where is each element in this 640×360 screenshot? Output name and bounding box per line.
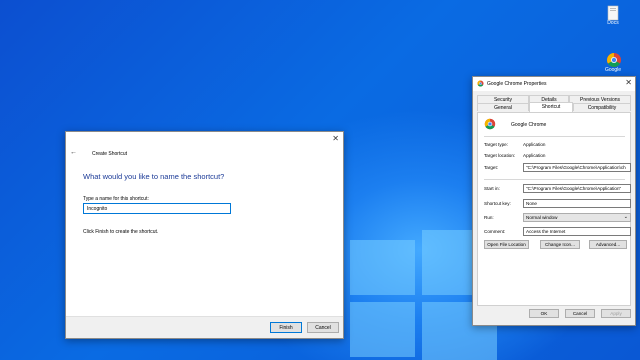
dialog-footer: Finish Cancel — [66, 316, 343, 338]
target-type-value: Application — [523, 142, 546, 147]
finish-button[interactable]: Finish — [270, 322, 302, 333]
desktop-icon-label: Google — [604, 67, 622, 73]
cancel-button[interactable]: Cancel — [565, 309, 595, 318]
target-type-label: Target type: — [484, 142, 509, 147]
finish-hint-text: Click Finish to create the shortcut. — [83, 229, 159, 235]
start-in-field[interactable]: "C:\Program Files\Google\Chrome\Applicat… — [523, 184, 631, 193]
close-icon[interactable]: ✕ — [625, 78, 632, 87]
app-name: Google Chrome — [511, 122, 547, 128]
divider — [484, 136, 625, 137]
target-location-label: Target location: — [484, 153, 516, 158]
cancel-button[interactable]: Cancel — [307, 322, 339, 333]
target-field[interactable]: "C:\Program Files\Google\Chrome\Applicat… — [523, 163, 631, 172]
comment-field[interactable]: Access the Internet — [523, 227, 631, 236]
target-location-value: Application — [523, 153, 546, 158]
properties-titlebar: Google Chrome Properties ✕ — [473, 77, 635, 91]
shortcut-name-label: Type a name for this shortcut: — [83, 196, 149, 202]
target-label: Target: — [484, 165, 499, 170]
comment-label: Comment: — [484, 229, 506, 234]
docs-folder-icon — [606, 5, 620, 21]
wizard-heading: What would you like to name the shortcut… — [83, 172, 225, 181]
desktop-icon-chrome[interactable]: Google — [600, 52, 626, 73]
tab-shortcut[interactable]: Shortcut — [529, 102, 573, 112]
run-select-value: Normal window — [526, 215, 558, 220]
tab-security[interactable]: Security — [477, 95, 529, 103]
desktop-icon-label: Docs — [607, 20, 619, 26]
chrome-properties-dialog: Google Chrome Properties ✕ Security Deta… — [472, 76, 636, 326]
tab-general[interactable]: General — [477, 103, 529, 111]
close-icon[interactable]: ✕ — [332, 134, 339, 143]
chevron-down-icon: ⌄ — [623, 214, 628, 220]
run-label: Run: — [484, 215, 494, 220]
create-shortcut-dialog: ✕ ← Create Shortcut What would you like … — [65, 131, 344, 339]
open-file-location-button[interactable]: Open File Location — [484, 240, 529, 249]
chrome-shortcut-icon — [606, 52, 621, 67]
desktop-icon-docs[interactable]: Docs — [600, 5, 626, 26]
run-select[interactable]: Normal window ⌄ — [523, 213, 631, 222]
shortcut-tab-panel: Google Chrome Target type: Application T… — [477, 112, 631, 306]
advanced-button[interactable]: Advanced... — [589, 240, 627, 249]
divider — [484, 179, 625, 180]
shortcut-key-field[interactable]: None — [523, 199, 631, 208]
dialog-title: Create Shortcut — [92, 151, 128, 157]
apply-button[interactable]: Apply — [601, 309, 631, 318]
chrome-icon — [477, 80, 484, 87]
tab-previous-versions[interactable]: Previous Versions — [569, 95, 631, 103]
chrome-icon — [484, 118, 496, 132]
shortcut-name-input[interactable] — [83, 203, 231, 214]
back-arrow-icon[interactable]: ← — [70, 149, 77, 156]
ok-button[interactable]: OK — [529, 309, 559, 318]
start-in-label: Start in: — [484, 186, 500, 191]
shortcut-key-label: Shortcut key: — [484, 201, 511, 206]
properties-title: Google Chrome Properties — [487, 81, 547, 87]
change-icon-button[interactable]: Change Icon... — [540, 240, 580, 249]
tab-compatibility[interactable]: Compatibility — [573, 103, 631, 111]
